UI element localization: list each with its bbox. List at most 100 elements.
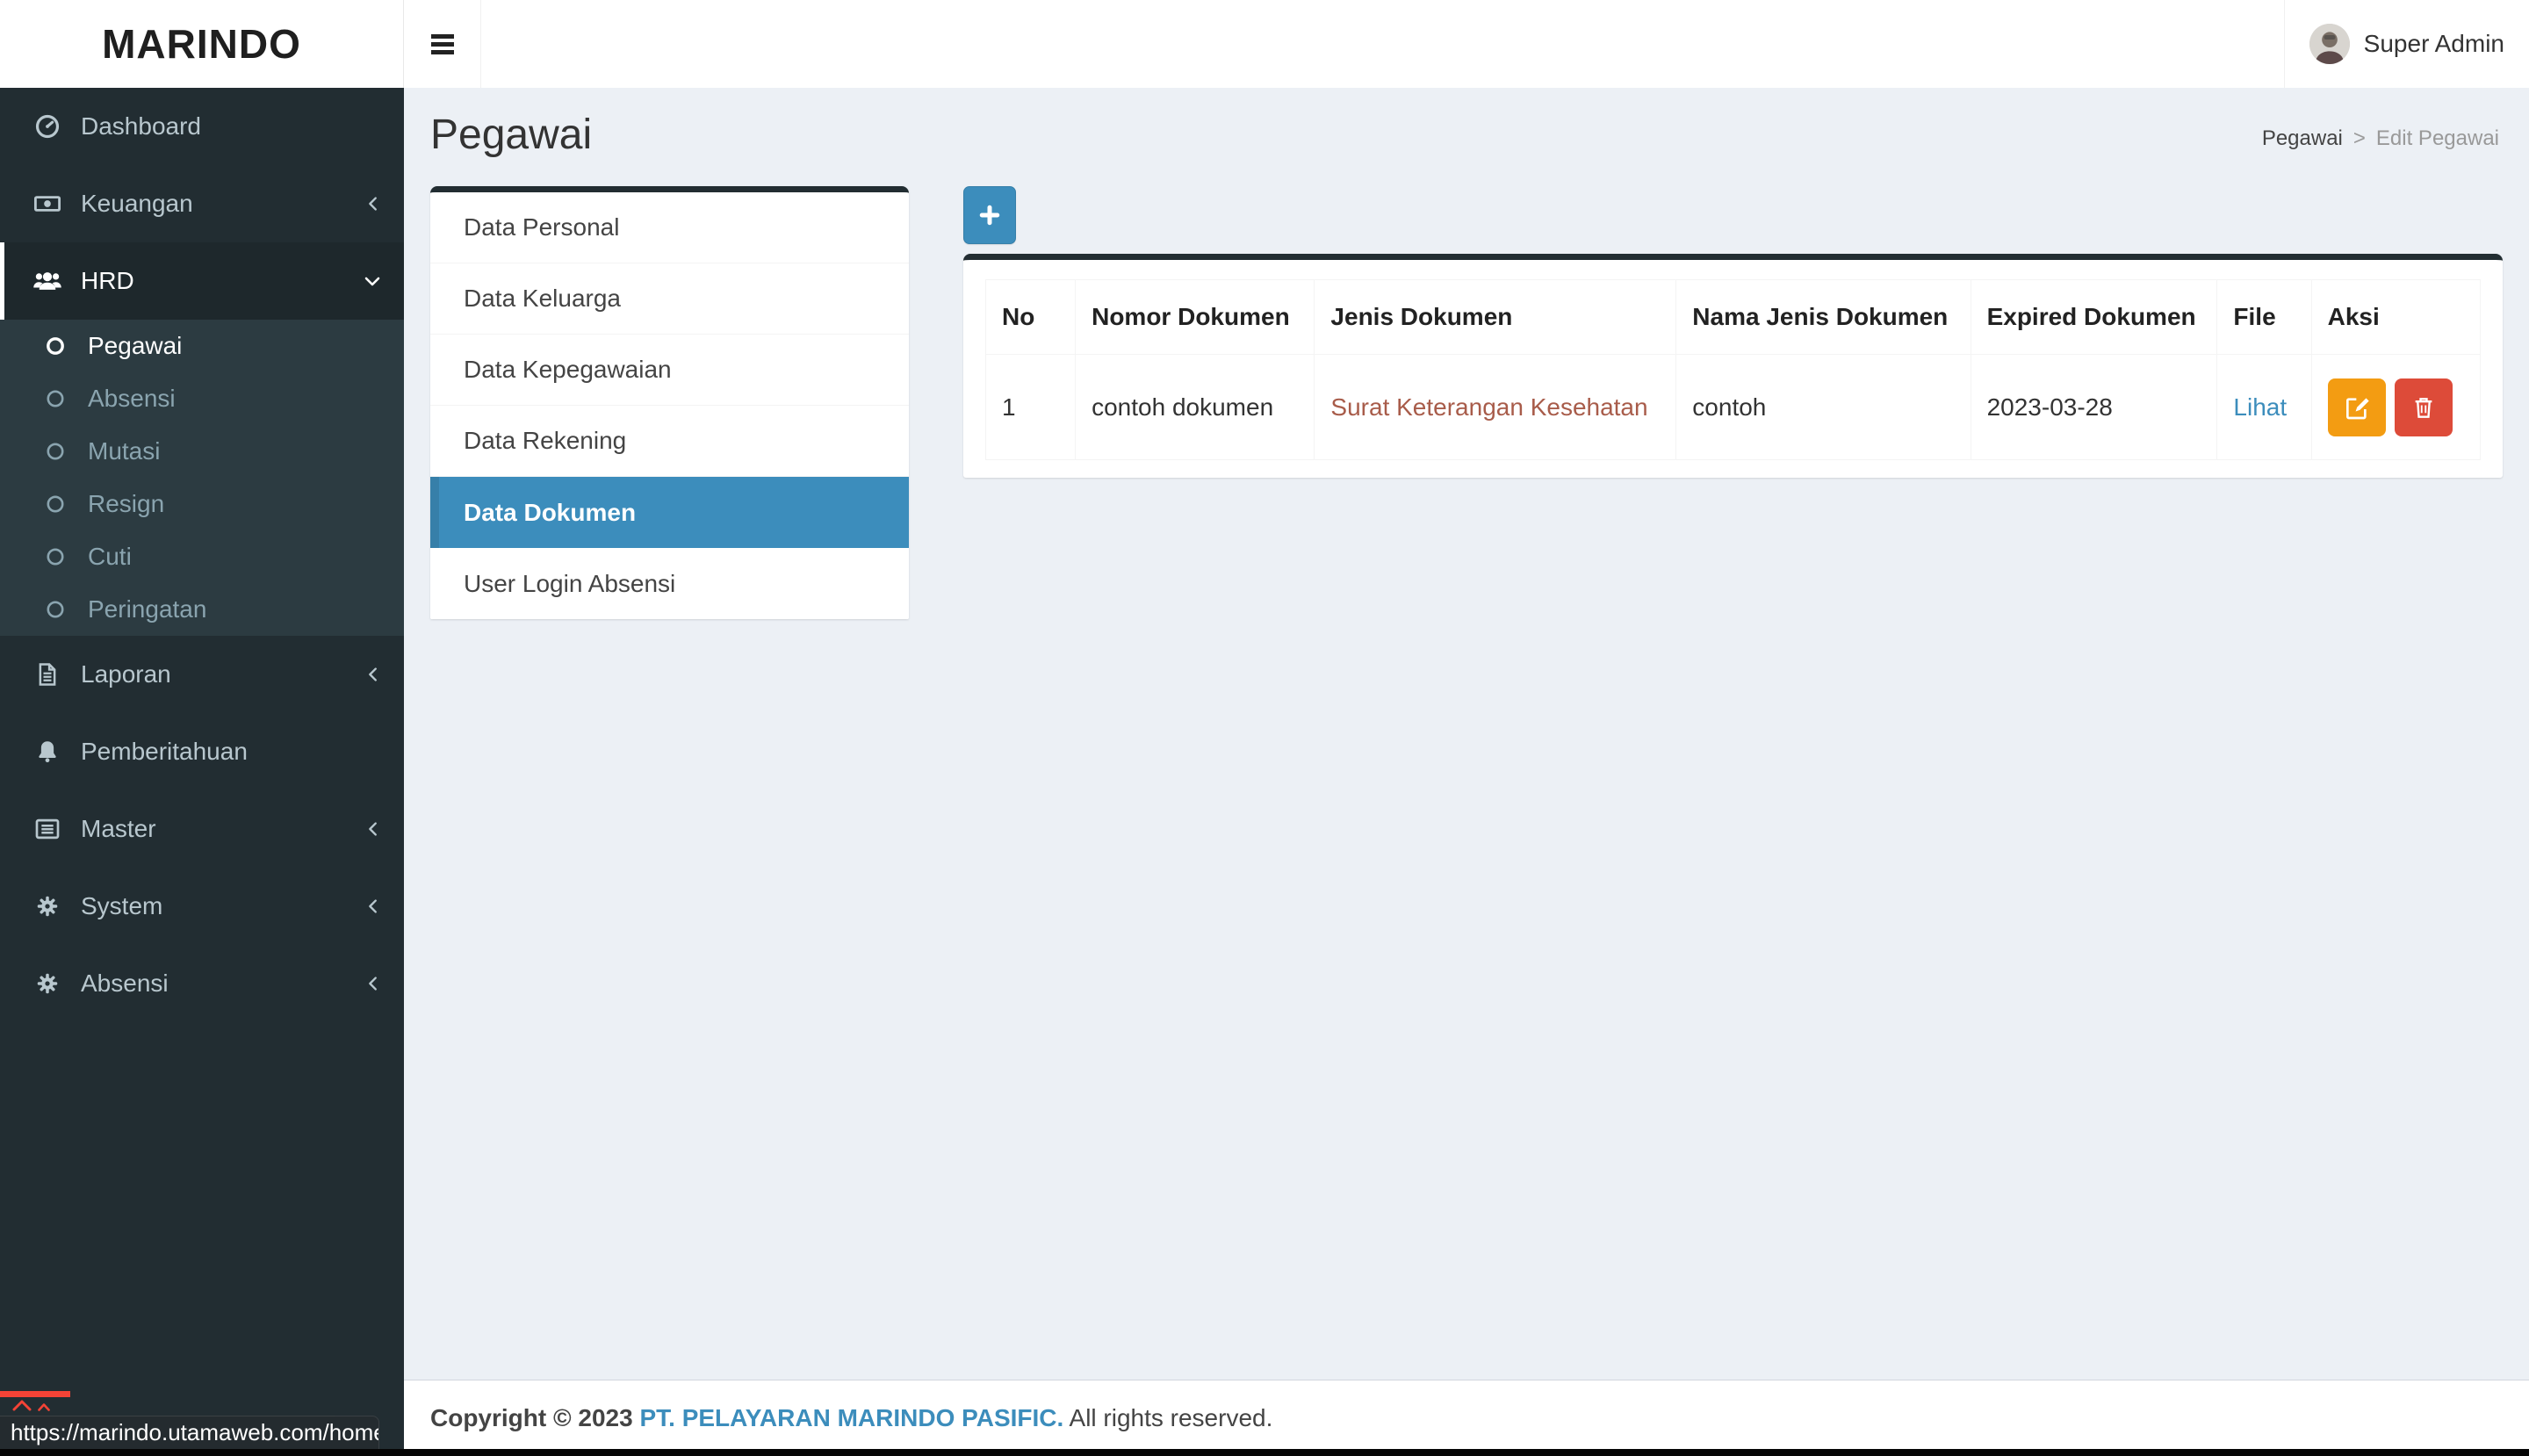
sidebar-subitem-label: Absensi <box>88 385 176 413</box>
tab-data-personal[interactable]: Data Personal <box>430 192 909 263</box>
body-row: Dashboard Keuangan <box>0 88 2529 1456</box>
sidebar-item-dashboard[interactable]: Dashboard <box>0 88 404 165</box>
circle-icon <box>40 546 70 567</box>
sidebar-toggle-button[interactable] <box>404 0 481 88</box>
edit-pencil-icon <box>2343 393 2371 422</box>
bell-icon <box>30 739 65 765</box>
circle-icon <box>40 494 70 515</box>
dashboard-icon <box>30 112 65 141</box>
sidebar-item-master[interactable]: Master <box>0 790 404 868</box>
employee-section-tabs: Data Personal Data Keluarga Data Kepegaw… <box>430 186 909 619</box>
file-lihat-link[interactable]: Lihat <box>2233 393 2287 421</box>
cell-expired-dokumen: 2023-03-28 <box>1971 355 2217 460</box>
trash-icon <box>2410 394 2437 421</box>
user-avatar-image <box>2309 24 2350 64</box>
sidebar-subitem-mutasi[interactable]: Mutasi <box>0 425 404 478</box>
sidebar-item-label: Master <box>81 815 364 843</box>
tab-label: Data Kepegawaian <box>464 356 672 384</box>
col-header-aksi: Aksi <box>2311 280 2480 355</box>
sidebar-subitem-pegawai[interactable]: Pegawai <box>0 320 404 372</box>
circle-icon <box>40 441 70 462</box>
tab-user-login-absensi[interactable]: User Login Absensi <box>430 548 909 619</box>
document-panel: No Nomor Dokumen Jenis Dokumen Nama Jeni… <box>963 186 2503 478</box>
cell-file: Lihat <box>2217 355 2311 460</box>
sidebar-subitem-label: Peringatan <box>88 595 206 623</box>
col-header-file: File <box>2217 280 2311 355</box>
corner-widget-red-bar <box>0 1391 70 1397</box>
content-row: Data Personal Data Keluarga Data Kepegaw… <box>404 186 2529 619</box>
sidebar-item-label: System <box>81 892 364 920</box>
sidebar-item-label: Dashboard <box>81 112 383 141</box>
sidebar-item-hrd[interactable]: HRD <box>0 242 404 320</box>
navbar-spacer <box>481 0 2284 88</box>
users-icon <box>30 265 65 297</box>
delete-button[interactable] <box>2395 378 2453 436</box>
sidebar-item-label: Absensi <box>81 969 364 998</box>
sidebar-subitem-cuti[interactable]: Cuti <box>0 530 404 583</box>
sidebar-item-absensi-bottom[interactable]: Absensi <box>0 945 404 1022</box>
tab-data-keluarga[interactable]: Data Keluarga <box>430 263 909 335</box>
cell-nama-jenis-dokumen: contoh <box>1676 355 1971 460</box>
tab-data-dokumen[interactable]: Data Dokumen <box>430 477 909 548</box>
jenis-dokumen-link[interactable]: Surat Keterangan Kesehatan <box>1330 393 1647 421</box>
sidebar-item-label: Laporan <box>81 660 364 688</box>
money-icon <box>30 189 65 219</box>
list-icon <box>30 815 65 843</box>
sidebar-subitem-resign[interactable]: Resign <box>0 478 404 530</box>
brand-logo[interactable]: MARINDO <box>0 0 404 88</box>
documents-table: No Nomor Dokumen Jenis Dokumen Nama Jeni… <box>985 279 2481 460</box>
footer-company-link[interactable]: PT. PELAYARAN MARINDO PASIFIC. <box>639 1404 1063 1431</box>
chevron-left-icon <box>364 819 383 839</box>
tab-label: Data Dokumen <box>464 499 636 527</box>
gear-icon <box>30 893 65 919</box>
sidebar: Dashboard Keuangan <box>0 88 404 1456</box>
chevron-up-icons <box>0 1397 70 1411</box>
user-avatar <box>2309 24 2350 64</box>
sidebar-subitem-absensi[interactable]: Absensi <box>0 372 404 425</box>
footer: Copyright © 2023 PT. PELAYARAN MARINDO P… <box>404 1380 2529 1456</box>
content-header: Pegawai Pegawai > Edit Pegawai <box>404 88 2529 186</box>
circle-icon <box>40 335 70 357</box>
user-menu[interactable]: Super Admin <box>2284 0 2529 88</box>
corner-widget <box>0 1391 70 1416</box>
gear-icon <box>30 970 65 997</box>
breadcrumb-parent[interactable]: Pegawai <box>2262 126 2343 151</box>
main-area: Pegawai Pegawai > Edit Pegawai Data Pers… <box>404 88 2529 1456</box>
edit-button[interactable] <box>2328 378 2386 436</box>
tab-label: User Login Absensi <box>464 570 675 598</box>
status-url-text: https://marindo.utamaweb.com/home <box>11 1419 379 1446</box>
sidebar-subitem-label: Mutasi <box>88 437 160 465</box>
chevron-left-icon <box>364 974 383 993</box>
sidebar-subitem-peringatan[interactable]: Peringatan <box>0 583 404 636</box>
sidebar-item-label: HRD <box>81 267 362 295</box>
user-name: Super Admin <box>2364 30 2504 58</box>
breadcrumb-separator: > <box>2353 126 2366 151</box>
sidebar-menu: Dashboard Keuangan <box>0 88 404 1022</box>
tab-data-kepegawaian[interactable]: Data Kepegawaian <box>430 335 909 406</box>
sidebar-subitem-label: Pegawai <box>88 332 182 360</box>
sidebar-item-system[interactable]: System <box>0 868 404 945</box>
sidebar-item-label: Pemberitahuan <box>81 738 383 766</box>
col-header-nama-jenis-dokumen: Nama Jenis Dokumen <box>1676 280 1971 355</box>
sidebar-item-laporan[interactable]: Laporan <box>0 636 404 713</box>
sidebar-item-label: Keuangan <box>81 190 364 218</box>
chevron-left-icon <box>364 194 383 213</box>
navbar: Super Admin <box>404 0 2529 88</box>
tab-label: Data Personal <box>464 213 619 241</box>
add-document-button[interactable] <box>963 186 1016 244</box>
footer-copyright: Copyright © 2023 <box>430 1404 633 1431</box>
sidebar-item-keuangan[interactable]: Keuangan <box>0 165 404 242</box>
sidebar-item-pemberitahuan[interactable]: Pemberitahuan <box>0 713 404 790</box>
hrd-submenu: Pegawai Absensi Mutasi <box>0 320 404 636</box>
tab-label: Data Keluarga <box>464 285 621 313</box>
col-header-expired-dokumen: Expired Dokumen <box>1971 280 2217 355</box>
col-header-jenis-dokumen: Jenis Dokumen <box>1315 280 1676 355</box>
page-body: Data Personal Data Keluarga Data Kepegaw… <box>404 186 2529 1380</box>
plus-icon <box>976 202 1003 228</box>
cell-no: 1 <box>986 355 1076 460</box>
hamburger-icon <box>431 34 454 54</box>
page-title: Pegawai <box>430 111 592 160</box>
circle-icon <box>40 599 70 620</box>
tab-data-rekening[interactable]: Data Rekening <box>430 406 909 477</box>
breadcrumb-current: Edit Pegawai <box>2376 126 2499 151</box>
